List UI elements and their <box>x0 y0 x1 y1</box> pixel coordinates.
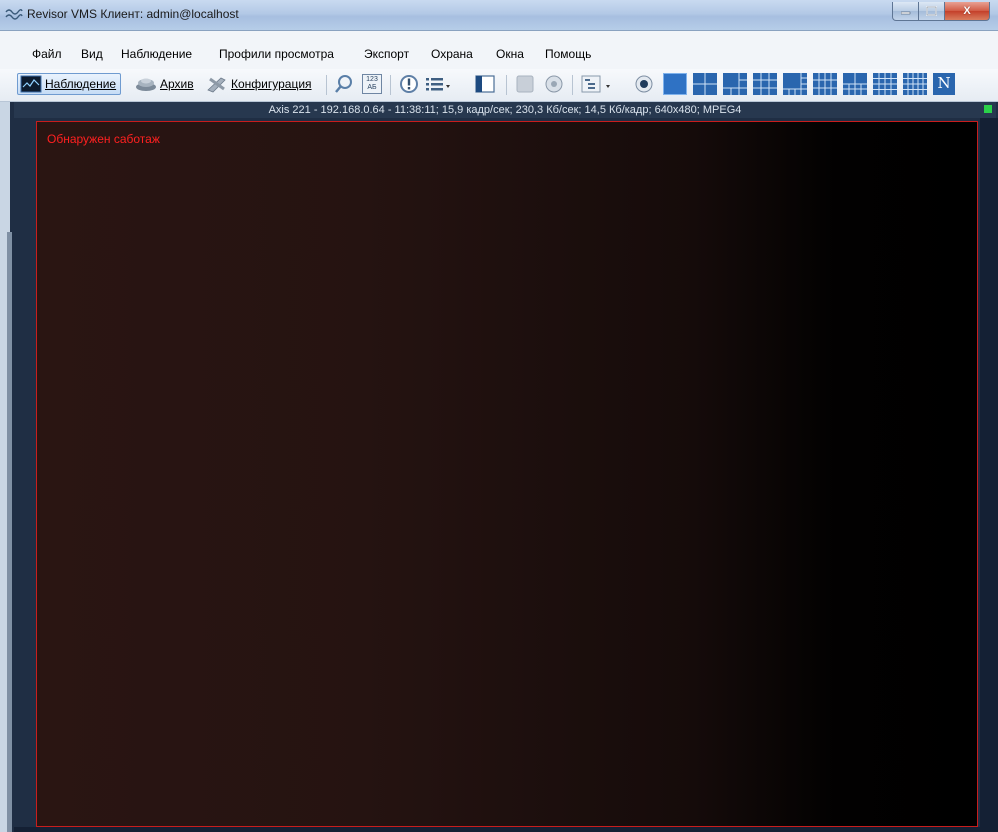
archive-icon <box>136 78 156 91</box>
menu-security[interactable]: Охрана <box>431 47 473 61</box>
layout-5x4-button[interactable] <box>903 73 927 95</box>
text-overlay-button[interactable]: 123 АБ <box>362 74 382 94</box>
camera-info-text: Axis 221 - 192.168.0.64 - 11:38:11; 15,9… <box>268 104 742 116</box>
layout-custom-button[interactable]: N <box>933 73 955 95</box>
toolbar-separator <box>572 75 573 95</box>
layout-1plus5-button[interactable] <box>723 73 747 95</box>
app-window: Revisor VMS Клиент: admin@localhost X Фа… <box>0 0 998 832</box>
maximize-button[interactable] <box>919 2 945 21</box>
maximize-icon <box>926 6 937 16</box>
toolbar-separator <box>390 75 391 95</box>
observation-label: Наблюдение <box>45 77 117 91</box>
menu-observation[interactable]: Наблюдение <box>121 47 192 61</box>
observation-button[interactable]: Наблюдение <box>17 73 122 95</box>
menu-view[interactable]: Вид <box>81 47 103 61</box>
layout-3x3-button[interactable] <box>753 73 777 95</box>
camera-view[interactable]: Обнаружен саботаж <box>36 121 978 827</box>
list-dropdown-icon[interactable] <box>425 74 451 94</box>
menu-file[interactable]: Файл <box>32 47 62 61</box>
camera-icon[interactable] <box>634 74 654 94</box>
splitter-handle[interactable] <box>7 232 12 832</box>
toolbar: Наблюдение Архив Конфигурация 123 АБ N <box>0 69 998 102</box>
layout-4x3-button[interactable] <box>813 73 837 95</box>
minimize-icon <box>900 11 910 15</box>
ab-label: 123 АБ <box>366 76 378 91</box>
status-led-icon <box>984 105 992 113</box>
disk-icon[interactable] <box>544 74 564 94</box>
monitor-icon <box>20 75 42 93</box>
close-button[interactable]: X <box>945 2 990 21</box>
panel-icon[interactable] <box>475 74 495 94</box>
configuration-label: Конфигурация <box>231 77 312 91</box>
layout-2plus8-button[interactable] <box>843 73 867 95</box>
menu-export[interactable]: Экспорт <box>364 47 409 61</box>
tools-icon <box>207 77 226 93</box>
right-border <box>980 118 998 832</box>
title-bar[interactable]: Revisor VMS Клиент: admin@localhost X <box>0 0 998 31</box>
menu-help[interactable]: Помощь <box>545 47 591 61</box>
toolbar-separator <box>326 75 327 95</box>
tree-dropdown-icon[interactable] <box>580 74 614 94</box>
bottom-border <box>14 827 998 832</box>
menu-view-profiles[interactable]: Профили просмотра <box>219 47 334 61</box>
alert-icon[interactable] <box>399 74 419 94</box>
archive-label: Архив <box>160 77 194 91</box>
window-controls: X <box>892 2 990 22</box>
sabotage-alert: Обнаружен саботаж <box>47 132 160 146</box>
disabled-layout-icon <box>516 75 534 93</box>
archive-button[interactable]: Архив <box>135 73 194 95</box>
search-icon[interactable] <box>334 74 354 94</box>
camera-info-bar: Axis 221 - 192.168.0.64 - 11:38:11; 15,9… <box>14 102 996 118</box>
n-label: N <box>937 74 951 92</box>
menu-windows[interactable]: Окна <box>496 47 524 61</box>
close-icon: X <box>963 5 971 17</box>
layout-4x4-button[interactable] <box>873 73 897 95</box>
menu-bar: Файл Вид Наблюдение Профили просмотра Эк… <box>0 31 998 69</box>
toolbar-separator <box>506 75 507 95</box>
minimize-button[interactable] <box>892 2 919 21</box>
layout-1plus7-button[interactable] <box>783 73 807 95</box>
layout-2x2-button[interactable] <box>693 73 717 95</box>
layout-1x1-button[interactable] <box>663 73 687 95</box>
wave-icon <box>5 9 23 20</box>
video-area: Axis 221 - 192.168.0.64 - 11:38:11; 15,9… <box>0 102 998 832</box>
configuration-button[interactable]: Конфигурация <box>206 73 312 95</box>
window-title: Revisor VMS Клиент: admin@localhost <box>27 7 239 21</box>
